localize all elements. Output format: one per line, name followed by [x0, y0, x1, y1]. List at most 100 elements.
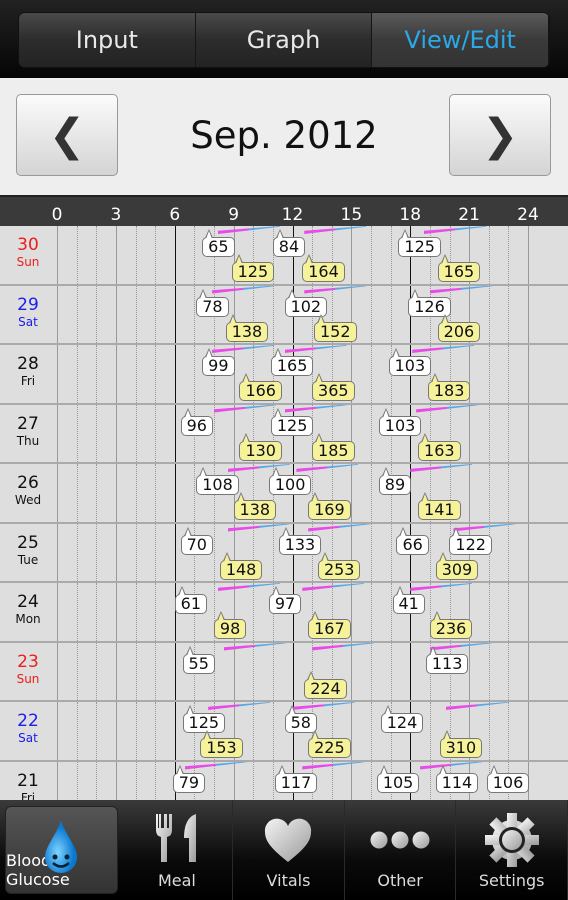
meal-marker[interactable] [217, 226, 280, 234]
daily-log-grid[interactable]: 30 Sun 65 125 84 164 125 165 29 Sat 78 138 102 152 126… [0, 226, 568, 800]
glucose-reading-after-meal[interactable]: 152 [314, 313, 357, 342]
hour-gridline [528, 404, 529, 462]
meal-marker[interactable] [312, 642, 375, 651]
glucose-reading-after-meal[interactable]: 206 [437, 313, 481, 342]
glucose-reading-before-meal[interactable]: 105 [376, 764, 420, 793]
meal-marker[interactable] [429, 642, 492, 651]
glucose-reading-before-meal[interactable]: 84 [272, 229, 306, 257]
tab-view-edit[interactable]: View/Edit [372, 13, 549, 67]
glucose-reading-after-meal[interactable]: 236 [429, 611, 473, 639]
glucose-reading-before-meal[interactable]: 125 [270, 407, 314, 436]
day-row[interactable]: 26 Wed 108 138 100 169 89 141 [0, 464, 568, 524]
glucose-reading-before-meal[interactable]: 70 [180, 526, 213, 555]
glucose-reading-after-meal[interactable]: 153 [200, 730, 243, 758]
meal-marker[interactable] [445, 702, 508, 710]
day-row[interactable]: 22 Sat 125 153 58 225 124 310 [0, 702, 568, 762]
day-row[interactable]: 28 Fri 99 166 165 365 103 183 [0, 345, 568, 405]
glucose-reading-before-meal[interactable]: 100 [268, 467, 312, 495]
glucose-reading-after-meal[interactable]: 183 [427, 373, 471, 401]
meal-marker[interactable] [292, 702, 355, 710]
glucose-reading-after-meal[interactable]: 224 [304, 670, 347, 699]
day-row[interactable]: 24 Mon 61 98 97 167 41 236 [0, 583, 568, 643]
glucose-reading-after-meal[interactable]: 310 [439, 730, 483, 758]
glucose-reading-after-meal[interactable]: 365 [312, 373, 355, 401]
glucose-reading-after-meal[interactable]: 309 [435, 551, 479, 580]
meal-marker[interactable] [410, 583, 473, 591]
day-row[interactable]: 29 Sat 78 138 102 152 126 206 [0, 285, 568, 345]
glucose-reading-after-meal[interactable]: 138 [233, 492, 277, 520]
glucose-reading-before-meal[interactable]: 125 [398, 229, 441, 257]
meal-marker[interactable] [412, 345, 475, 353]
meal-marker[interactable] [308, 523, 371, 532]
previous-month-button[interactable]: ❮ [16, 94, 118, 176]
meal-marker[interactable] [227, 523, 290, 532]
meal-marker[interactable] [227, 464, 290, 472]
glucose-reading-before-meal[interactable]: 96 [180, 407, 213, 436]
glucose-reading-after-meal[interactable]: 185 [312, 432, 355, 461]
meal-marker[interactable] [284, 345, 347, 353]
nav-settings[interactable]: Settings [456, 800, 568, 900]
glucose-reading-before-meal[interactable]: 97 [268, 586, 302, 614]
glucose-reading-before-meal[interactable]: 165 [270, 348, 314, 376]
glucose-reading-before-meal[interactable]: 124 [380, 705, 424, 733]
next-month-button[interactable]: ❯ [449, 94, 551, 176]
glucose-reading-after-meal[interactable]: 166 [239, 373, 282, 401]
meal-marker[interactable] [214, 404, 276, 413]
glucose-reading-before-meal[interactable]: 65 [202, 229, 235, 257]
glucose-reading-before-meal[interactable]: 117 [274, 764, 318, 793]
glucose-reading-after-meal[interactable]: 167 [308, 611, 351, 639]
tab-graph[interactable]: Graph [195, 13, 373, 67]
glucose-reading-after-meal[interactable]: 141 [418, 492, 461, 520]
glucose-reading-after-meal[interactable]: 148 [219, 551, 263, 580]
meal-marker[interactable] [217, 583, 280, 591]
meal-marker[interactable] [212, 285, 275, 294]
glucose-reading-before-meal[interactable]: 133 [278, 526, 322, 555]
meal-marker[interactable] [304, 226, 367, 234]
glucose-reading-before-meal[interactable]: 99 [202, 348, 235, 376]
glucose-reading-after-meal[interactable]: 169 [308, 492, 351, 520]
meal-marker[interactable] [410, 464, 473, 472]
day-row[interactable]: 23 Sun 55 224 113 [0, 642, 568, 702]
meal-marker[interactable] [423, 226, 486, 234]
tab-input[interactable]: Input [19, 13, 196, 67]
glucose-reading-before-meal[interactable]: 79 [172, 764, 206, 793]
meal-marker[interactable] [284, 404, 347, 413]
meal-marker[interactable] [304, 285, 367, 294]
glucose-reading-after-meal[interactable]: 163 [418, 432, 461, 461]
glucose-reading-before-meal[interactable]: 106 [486, 764, 530, 793]
glucose-reading-after-meal[interactable]: 138 [225, 313, 269, 342]
glucose-reading-after-meal[interactable]: 165 [437, 254, 481, 282]
day-row[interactable]: 21 Fri 79 117 105 114 106 [0, 761, 568, 800]
meal-marker[interactable] [296, 464, 359, 472]
hour-gridline [57, 464, 58, 522]
glucose-reading-after-meal[interactable]: 125 [231, 254, 275, 282]
glucose-reading-after-meal[interactable]: 130 [239, 432, 282, 461]
nav-blood-glucose[interactable]: Blood Glucose [5, 806, 118, 894]
glucose-reading-before-meal[interactable]: 113 [425, 645, 469, 674]
glucose-reading-before-meal[interactable]: 114 [435, 764, 479, 793]
glucose-reading-before-meal[interactable]: 103 [388, 348, 432, 376]
day-row[interactable]: 27 Thu 96 130 125 185 103 163 [0, 404, 568, 464]
glucose-reading-before-meal[interactable]: 61 [174, 586, 208, 614]
glucose-reading-after-meal[interactable]: 225 [308, 730, 351, 758]
glucose-reading-before-meal[interactable]: 108 [196, 467, 239, 495]
glucose-reading-before-meal[interactable]: 78 [196, 288, 229, 317]
nav-vitals[interactable]: Vitals [233, 800, 345, 900]
glucose-reading-before-meal[interactable]: 122 [449, 526, 492, 555]
glucose-reading-before-meal[interactable]: 55 [182, 645, 215, 674]
glucose-reading-before-meal[interactable]: 41 [392, 586, 425, 614]
meal-marker[interactable] [429, 285, 492, 294]
glucose-reading-after-meal[interactable]: 164 [302, 254, 345, 282]
glucose-reading-after-meal[interactable]: 98 [213, 611, 247, 639]
meal-marker[interactable] [212, 345, 275, 353]
meal-marker[interactable] [453, 523, 516, 532]
glucose-reading-before-meal[interactable]: 66 [396, 526, 429, 555]
glucose-reading-after-meal[interactable]: 253 [317, 551, 361, 580]
day-row[interactable]: 25 Tue 70 148 133 253 66 122 309 [0, 523, 568, 583]
nav-other[interactable]: Other [345, 800, 457, 900]
glucose-reading-before-meal[interactable]: 89 [378, 467, 412, 495]
nav-meal[interactable]: Meal [122, 800, 234, 900]
glucose-reading-before-meal[interactable]: 103 [378, 407, 422, 436]
meal-marker[interactable] [208, 702, 271, 710]
day-row[interactable]: 30 Sun 65 125 84 164 125 165 [0, 226, 568, 286]
